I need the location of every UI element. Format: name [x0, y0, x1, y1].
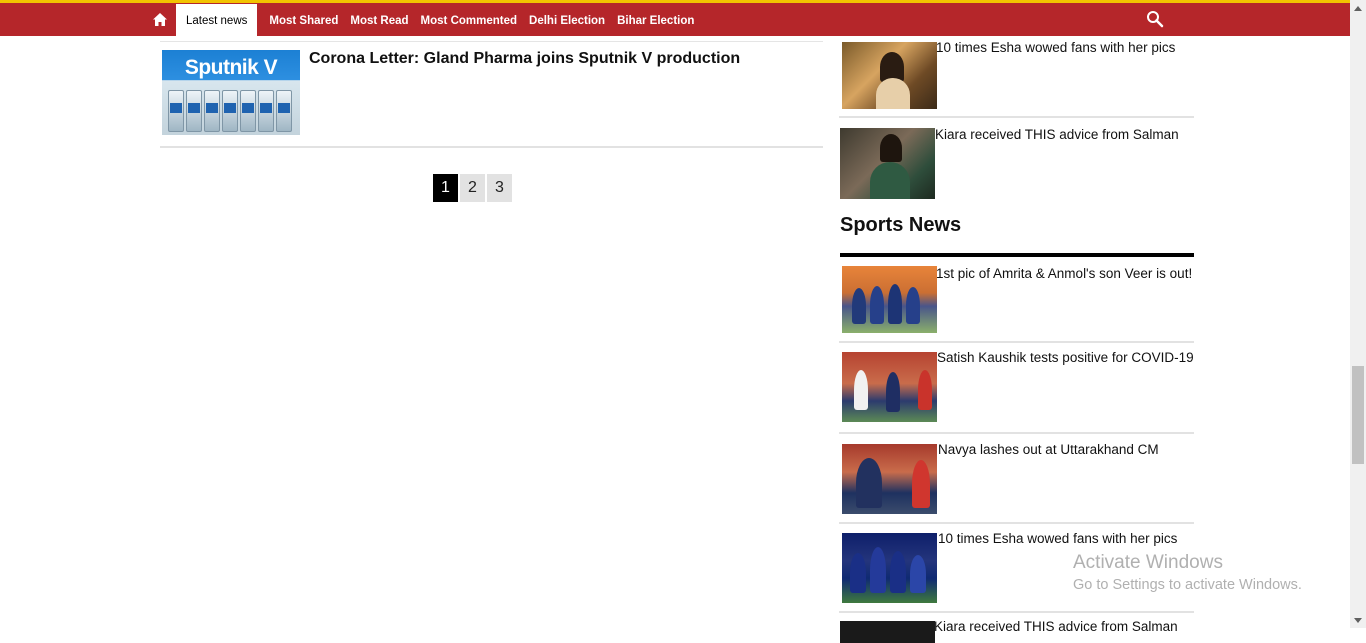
item-thumbnail[interactable]: [842, 352, 937, 422]
scroll-up-arrow-icon[interactable]: [1350, 0, 1366, 16]
search-icon[interactable]: [1146, 10, 1164, 28]
scrollbar-thumb[interactable]: [1352, 366, 1364, 464]
tab-bihar-election[interactable]: Bihar Election: [611, 4, 700, 37]
page-1-button[interactable]: 1: [433, 174, 458, 202]
item-headline[interactable]: 10 times Esha wowed fans with her pics: [936, 40, 1175, 55]
scroll-down-arrow-icon[interactable]: [1350, 612, 1366, 628]
tab-most-commented[interactable]: Most Commented: [415, 4, 523, 37]
page-3-button[interactable]: 3: [487, 174, 512, 202]
pagination: 1 2 3: [433, 174, 512, 202]
item-headline[interactable]: Satish Kaushik tests positive for COVID-…: [937, 350, 1194, 365]
nav-tabs: Latest news Most Shared Most Read Most C…: [176, 4, 700, 37]
story-headline[interactable]: Corona Letter: Gland Pharma joins Sputni…: [309, 50, 740, 68]
sidebar-list-item[interactable]: Navya lashes out at Uttarakhand CM: [839, 434, 1194, 524]
item-headline[interactable]: Kiara received THIS advice from Salman: [934, 619, 1178, 634]
vertical-scrollbar[interactable]: [1350, 0, 1366, 628]
item-headline[interactable]: 1st pic of Amrita & Anmol's son Veer is …: [936, 266, 1192, 281]
story-thumbnail[interactable]: Sputnik V: [162, 50, 300, 135]
item-thumbnail[interactable]: [840, 621, 935, 643]
item-thumbnail[interactable]: [842, 533, 937, 603]
tab-latest-news[interactable]: Latest news: [176, 4, 258, 37]
section-divider: [840, 253, 1194, 257]
item-thumbnail[interactable]: [842, 444, 937, 514]
item-headline[interactable]: Navya lashes out at Uttarakhand CM: [938, 442, 1159, 457]
sidebar-list-item[interactable]: Kiara received THIS advice from Salman: [839, 118, 1194, 202]
sidebar-list-item[interactable]: 1st pic of Amrita & Anmol's son Veer is …: [839, 260, 1194, 343]
tab-most-shared[interactable]: Most Shared: [263, 4, 344, 37]
sports-news-heading: Sports News: [840, 214, 962, 236]
activate-windows-hint: Go to Settings to activate Windows.: [1073, 577, 1302, 593]
sidebar-list-item[interactable]: Kiara received THIS advice from Salman: [839, 613, 1194, 643]
tab-most-read[interactable]: Most Read: [344, 4, 414, 37]
thumbnail-logo-text: Sputnik V: [184, 56, 278, 79]
item-thumbnail[interactable]: [840, 128, 935, 199]
activate-windows-watermark: Activate Windows: [1073, 552, 1223, 573]
news-list-item[interactable]: Sputnik V Corona Letter: Gland Pharma jo…: [160, 41, 823, 148]
sidebar-list-item[interactable]: 10 times Esha wowed fans with her pics: [839, 36, 1194, 118]
item-headline[interactable]: Kiara received THIS advice from Salman: [935, 127, 1179, 142]
item-thumbnail[interactable]: [842, 42, 937, 109]
top-nav-bar: Latest news Most Shared Most Read Most C…: [0, 0, 1350, 37]
item-thumbnail[interactable]: [842, 266, 937, 333]
sidebar-list-item[interactable]: Satish Kaushik tests positive for COVID-…: [839, 343, 1194, 434]
home-icon[interactable]: [150, 9, 170, 29]
item-headline[interactable]: 10 times Esha wowed fans with her pics: [938, 531, 1177, 546]
page-2-button[interactable]: 2: [460, 174, 485, 202]
tab-delhi-election[interactable]: Delhi Election: [523, 4, 611, 37]
